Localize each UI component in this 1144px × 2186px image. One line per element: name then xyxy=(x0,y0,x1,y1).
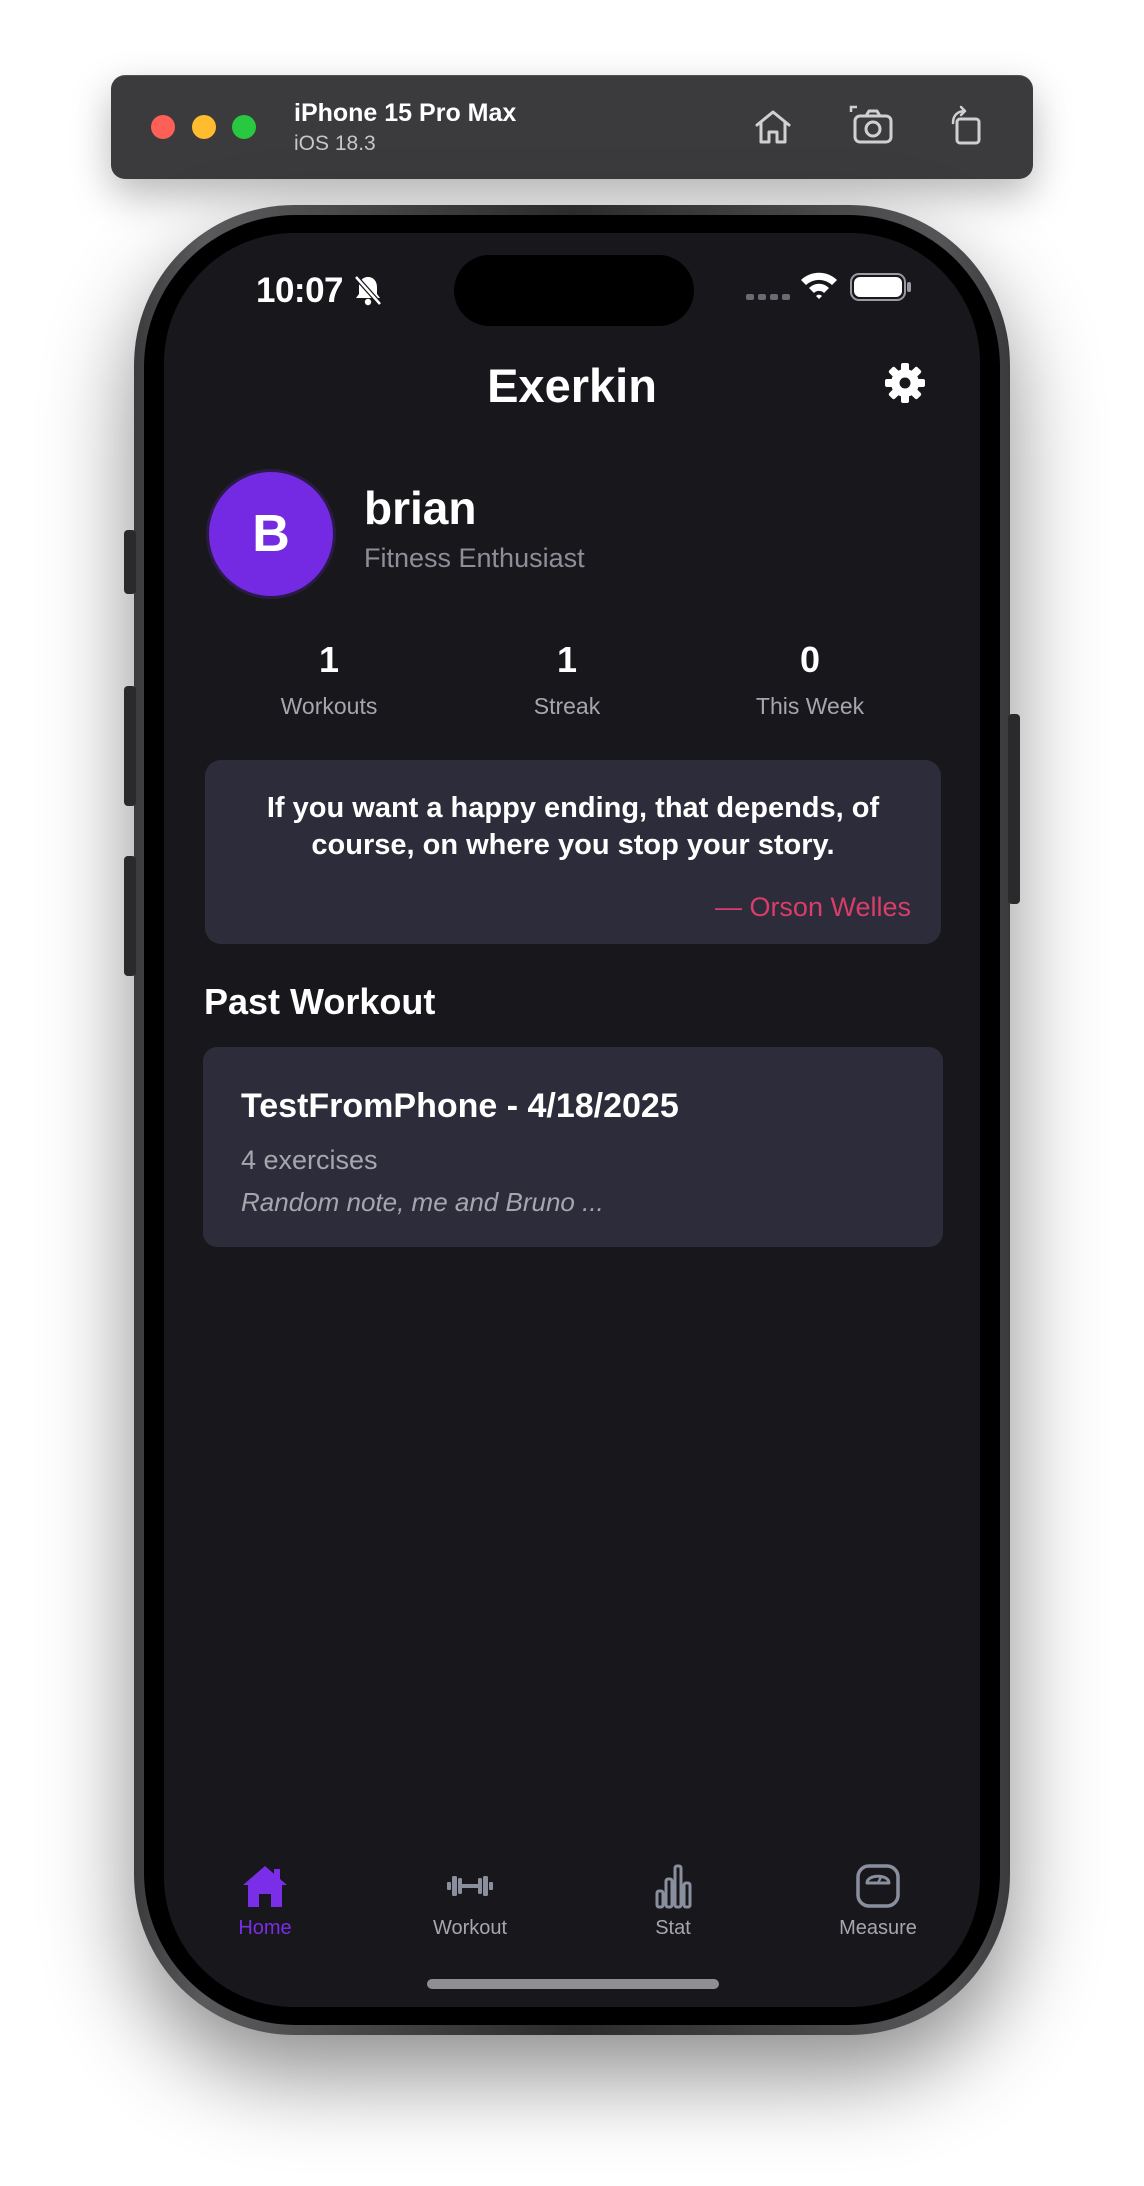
home-indicator[interactable] xyxy=(427,1979,719,1989)
stat-workouts: 1 Workouts xyxy=(229,639,429,720)
tab-label: Measure xyxy=(839,1917,917,1939)
tab-stat[interactable]: Stat xyxy=(603,1863,743,1940)
quote-text: If you want a happy ending, that depends… xyxy=(266,792,880,861)
app-screen: 10:07 Exerkin B brian Fitness Enthusiast… xyxy=(164,233,980,2007)
tab-label: Stat xyxy=(655,1917,691,1939)
status-time: 10:07 xyxy=(256,271,344,310)
workout-title: TestFromPhone - 4/18/2025 xyxy=(241,1087,679,1125)
volume-down-button[interactable] xyxy=(124,856,136,976)
bar-chart-icon xyxy=(655,1864,692,1909)
quote-author: — Orson Welles xyxy=(714,892,911,922)
stat-label: This Week xyxy=(755,693,865,719)
stat-value: 1 xyxy=(318,639,340,680)
quote-card: If you want a happy ending, that depends… xyxy=(205,760,941,944)
action-button[interactable] xyxy=(124,530,136,594)
app-title: Exerkin xyxy=(487,359,657,412)
zoom-window-button[interactable] xyxy=(232,115,256,139)
minimize-window-button[interactable] xyxy=(192,115,216,139)
tab-home[interactable]: Home xyxy=(195,1863,335,1940)
scale-icon xyxy=(856,1864,900,1908)
home-icon xyxy=(243,1866,287,1907)
home-icon[interactable] xyxy=(747,101,799,153)
tab-label: Workout xyxy=(432,1917,508,1939)
workout-note: Random note, me and Bruno ... xyxy=(241,1187,604,1217)
avatar[interactable]: B xyxy=(206,469,336,599)
stat-label: Streak xyxy=(533,693,601,719)
stat-this-week: 0 This Week xyxy=(710,639,910,720)
workout-exercise-count: 4 exercises xyxy=(241,1145,378,1175)
tab-workout[interactable]: Workout xyxy=(400,1863,540,1940)
profile-tagline: Fitness Enthusiast xyxy=(364,543,585,573)
power-button[interactable] xyxy=(1008,714,1020,904)
battery-icon xyxy=(850,273,912,301)
simulator-toolbar: iPhone 15 Pro Max iOS 18.3 xyxy=(111,75,1033,179)
profile-name: brian xyxy=(364,482,477,534)
wifi-icon xyxy=(799,269,839,301)
tab-measure[interactable]: Measure xyxy=(808,1863,948,1940)
section-title-past-workout: Past Workout xyxy=(204,981,436,1022)
stat-value: 0 xyxy=(799,639,821,680)
rotate-icon[interactable] xyxy=(941,101,993,153)
simulator-os-version: iOS 18.3 xyxy=(294,132,376,155)
tab-label: Home xyxy=(238,1917,292,1939)
screenshot-icon[interactable] xyxy=(847,101,899,153)
bell-slash-icon xyxy=(352,273,384,307)
past-workout-card[interactable]: TestFromPhone - 4/18/2025 4 exercises Ra… xyxy=(203,1047,943,1247)
gear-icon[interactable] xyxy=(883,361,927,405)
dumbbell-icon xyxy=(447,1876,493,1896)
simulator-device-name: iPhone 15 Pro Max xyxy=(294,99,517,127)
cellular-icon xyxy=(746,288,790,300)
close-window-button[interactable] xyxy=(151,115,175,139)
dynamic-island xyxy=(454,255,694,326)
stat-streak: 1 Streak xyxy=(467,639,667,720)
stat-value: 1 xyxy=(556,639,578,680)
stat-label: Workouts xyxy=(280,693,378,719)
volume-up-button[interactable] xyxy=(124,686,136,806)
